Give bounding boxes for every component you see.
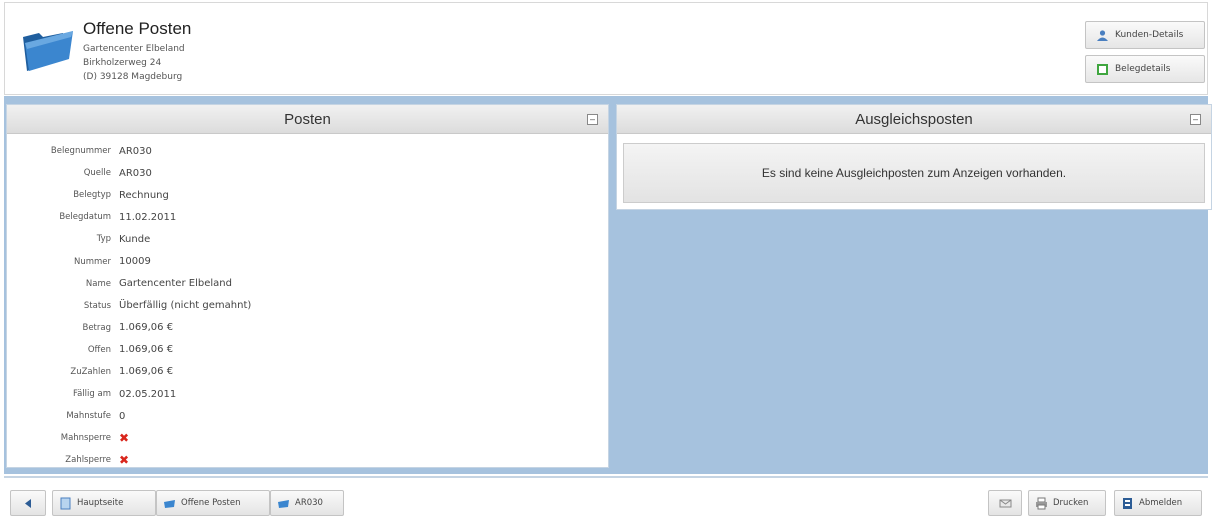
page-title: Offene Posten — [83, 19, 192, 38]
field-row: Offen 1.069,06 € — [7, 339, 608, 361]
field-label: Typ — [96, 234, 111, 245]
field-value: 02.05.2011 — [119, 388, 177, 400]
field-row: ZuZahlen 1.069,06 € — [7, 361, 608, 383]
field-row: Typ Kunde — [7, 228, 608, 250]
breadcrumb-home[interactable]: Hauptseite — [52, 490, 156, 516]
field-row: Belegdatum 11.02.2011 — [7, 206, 608, 228]
field-label: Offen — [87, 344, 111, 355]
field-row: Quelle AR030 — [7, 162, 608, 184]
field-value: 1.069,06 € — [119, 322, 174, 334]
field-label: Belegtyp — [73, 190, 111, 201]
back-button[interactable] — [10, 490, 46, 516]
address-line-1: Gartencenter Elbeland — [83, 44, 185, 54]
print-button[interactable]: Drucken — [1028, 490, 1106, 516]
folder-icon — [23, 31, 73, 71]
breadcrumb-open-items-label: Offene Posten — [181, 498, 241, 508]
field-value: AR030 — [119, 145, 152, 157]
print-label: Drucken — [1053, 498, 1089, 508]
x-mark-icon: ✖ — [119, 453, 130, 468]
mail-button[interactable] — [988, 490, 1022, 516]
collapse-icon[interactable]: – — [1190, 114, 1201, 125]
ausgleichsposten-panel-header: Ausgleichsposten – — [617, 105, 1211, 134]
document-details-button[interactable]: Belegdetails — [1085, 55, 1205, 83]
posten-fields: Belegnummer AR030 Quelle AR030 Belegtyp Rec… — [7, 134, 608, 471]
field-value: 0 — [119, 410, 126, 422]
ausgleichsposten-title: Ausgleichsposten — [855, 110, 973, 128]
field-label: Mahnsperre — [60, 433, 111, 444]
logout-button[interactable]: Abmelden — [1114, 490, 1202, 516]
printer-icon — [1036, 497, 1047, 509]
posten-panel-header: Posten – — [7, 105, 608, 134]
field-row: Fällig am 02.05.2011 — [7, 383, 608, 405]
back-arrow-icon — [24, 498, 31, 508]
document-green-icon — [1097, 63, 1108, 75]
field-row: Mahnstufe 0 — [7, 405, 608, 427]
field-label: Belegdatum — [59, 212, 111, 223]
folder-icon — [164, 499, 175, 508]
field-value: Gartencenter Elbeland — [119, 278, 232, 290]
field-value: 10009 — [119, 256, 151, 268]
field-value: Rechnung — [119, 189, 169, 201]
field-value: AR030 — [119, 167, 152, 179]
field-label: Zahlsperre — [65, 455, 111, 466]
posten-panel: Posten – Belegnummer AR030 Quelle AR030 Be… — [6, 104, 609, 468]
customer-details-label: Kunden-Details — [1115, 30, 1184, 40]
field-value: Kunde — [119, 233, 151, 245]
posten-title: Posten — [284, 110, 331, 128]
logout-label: Abmelden — [1139, 498, 1183, 508]
header: Offene Posten Gartencenter Elbeland Birk… — [4, 2, 1208, 95]
address-line-3: (D) 39128 Magdeburg — [83, 72, 183, 82]
mail-icon — [999, 499, 1011, 507]
field-row: Betrag 1.069,06 € — [7, 317, 608, 339]
breadcrumb-document[interactable]: AR030 — [270, 490, 344, 516]
collapse-icon[interactable]: – — [587, 114, 598, 125]
customer-details-button[interactable]: Kunden-Details — [1085, 21, 1205, 49]
user-icon — [1097, 29, 1108, 41]
logout-icon — [1123, 497, 1132, 509]
field-value: 1.069,06 € — [119, 366, 174, 378]
home-page-icon — [60, 497, 71, 509]
field-label: Belegnummer — [50, 146, 111, 157]
breadcrumb-home-label: Hauptseite — [77, 498, 124, 508]
field-row: Name Gartencenter Elbeland — [7, 273, 608, 295]
ausgleichsposten-panel: Ausgleichsposten – Es sind keine Ausglei… — [616, 104, 1212, 210]
address-line-2: Birkholzerweg 24 — [83, 58, 162, 68]
field-row: Belegnummer AR030 — [7, 140, 608, 162]
field-row: Mahnsperre ✖ — [7, 427, 608, 449]
field-label: Name — [85, 278, 111, 289]
field-label: Nummer — [73, 256, 111, 267]
empty-message: Es sind keine Ausgleichposten zum Anzeig… — [623, 143, 1205, 203]
field-row: Status Überfällig (nicht gemahnt) — [7, 295, 608, 317]
field-value: Überfällig (nicht gemahnt) — [119, 300, 252, 312]
footer-toolbar: Hauptseite Offene Posten AR030 Drucken A… — [4, 476, 1208, 521]
field-row: Belegtyp Rechnung — [7, 184, 608, 206]
field-label: Status — [83, 300, 111, 311]
document-details-label: Belegdetails — [1115, 64, 1171, 74]
field-label: Fällig am — [73, 389, 111, 400]
field-label: ZuZahlen — [70, 366, 111, 377]
field-row: Nummer 10009 — [7, 250, 608, 272]
field-value: 11.02.2011 — [119, 211, 177, 223]
folder-icon — [278, 499, 289, 508]
x-mark-icon: ✖ — [119, 431, 130, 446]
field-label: Quelle — [83, 168, 111, 179]
field-label: Betrag — [82, 322, 112, 333]
field-row: Zahlsperre ✖ — [7, 449, 608, 471]
field-label: Mahnstufe — [66, 411, 111, 422]
field-value: 1.069,06 € — [119, 344, 174, 356]
breadcrumb-open-items[interactable]: Offene Posten — [156, 490, 270, 516]
breadcrumb-document-label: AR030 — [295, 498, 323, 508]
